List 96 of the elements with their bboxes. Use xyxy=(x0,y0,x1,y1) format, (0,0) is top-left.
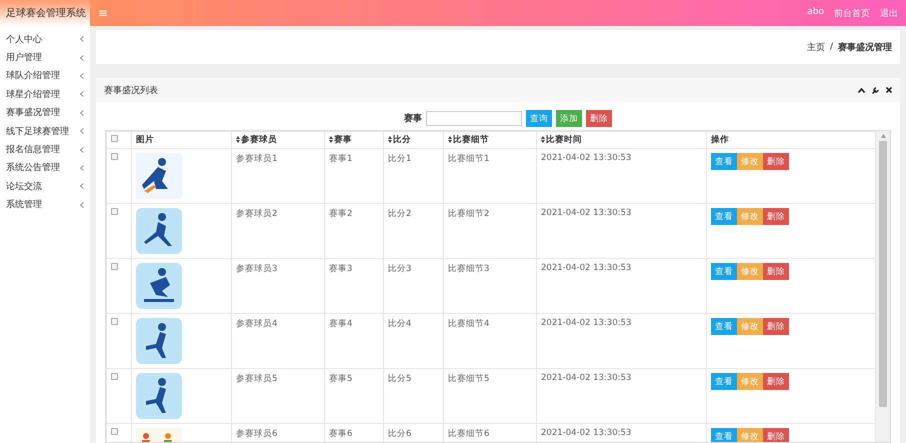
scrollbar[interactable] xyxy=(876,131,890,442)
checkbox[interactable] xyxy=(111,428,118,435)
table-cell: 比赛细节5 xyxy=(448,374,490,384)
chevron-icon xyxy=(80,36,84,42)
table-cell: 2021-04-02 13:30:53 xyxy=(541,373,632,383)
column-header: 操作 xyxy=(711,134,729,146)
sort-icon[interactable] xyxy=(329,136,333,144)
menu-icon[interactable]: ≡ xyxy=(98,6,108,20)
chevron-icon xyxy=(80,128,84,134)
row-action-button[interactable]: 删除 xyxy=(763,208,789,225)
row-action-button[interactable]: 查看 xyxy=(711,428,737,442)
chevron-icon xyxy=(80,202,84,208)
table-cell: 参赛球员4 xyxy=(236,319,278,329)
sidebar-item[interactable]: 系统管理 xyxy=(0,196,90,214)
table-cell: 比赛细节3 xyxy=(448,264,490,274)
sidebar-item[interactable]: 个人中心 xyxy=(0,30,90,48)
header-link[interactable]: 退出 xyxy=(880,6,898,20)
sidebar-item[interactable]: 球队介绍管理 xyxy=(0,66,90,86)
row-action-button[interactable]: 查看 xyxy=(711,208,737,225)
table-cell: 2021-04-02 13:30:53 xyxy=(541,318,632,328)
table-cell: 参赛球员6 xyxy=(236,429,278,439)
table-cell: 比赛细节1 xyxy=(448,154,490,164)
table-cell: 赛事4 xyxy=(329,319,352,329)
header-link[interactable]: 前台首页 xyxy=(834,6,870,20)
table-cell: 比分1 xyxy=(388,154,412,164)
breadcrumb-item[interactable]: 主页 xyxy=(806,40,825,54)
toolbar-button[interactable]: 添加 xyxy=(556,110,582,127)
checkbox[interactable] xyxy=(111,135,118,142)
row-action-button[interactable]: 查看 xyxy=(711,373,737,390)
row-action-button[interactable]: 查看 xyxy=(711,153,737,170)
sidebar-item[interactable]: 线下足球赛管理 xyxy=(0,122,90,140)
row-action-button[interactable]: 删除 xyxy=(763,373,789,390)
table-cell: 比分5 xyxy=(388,374,412,384)
table-cell: 比分3 xyxy=(388,264,412,274)
table-cell: 参赛球员5 xyxy=(236,374,278,384)
sort-icon[interactable] xyxy=(388,136,392,144)
sidebar-item[interactable]: 系统公告管理 xyxy=(0,158,90,178)
sort-icon[interactable] xyxy=(448,136,452,144)
column-header[interactable]: 比赛时间 xyxy=(546,134,582,146)
scroll-up-icon[interactable] xyxy=(880,134,886,138)
search-label: 赛事 xyxy=(404,112,422,125)
breadcrumb-item: 赛事盛况管理 xyxy=(838,41,892,54)
checkbox[interactable] xyxy=(111,263,118,270)
toolbar-button[interactable]: 删除 xyxy=(586,110,612,127)
checkbox[interactable] xyxy=(111,208,118,215)
breadcrumb-separator: / xyxy=(830,42,833,52)
table-cell: 参赛球员1 xyxy=(236,154,278,164)
table-cell: 赛事1 xyxy=(329,154,352,164)
row-action-button[interactable]: 删除 xyxy=(763,153,789,170)
table-cell: 参赛球员2 xyxy=(236,209,278,219)
chevron-icon xyxy=(80,183,84,190)
table-cell: 比分2 xyxy=(388,209,412,219)
row-action-button[interactable]: 查看 xyxy=(711,263,737,280)
chevron-icon xyxy=(80,91,84,98)
row-action-button[interactable]: 删除 xyxy=(763,263,789,280)
sidebar-item[interactable]: 用户管理 xyxy=(0,48,90,67)
table-cell: 赛事6 xyxy=(329,429,352,439)
row-action-button[interactable]: 删除 xyxy=(763,318,789,335)
table-cell: 2021-04-02 13:30:53 xyxy=(541,428,632,438)
sidebar-item[interactable]: 报名信息管理 xyxy=(0,140,90,159)
table-cell: 参赛球员3 xyxy=(236,264,278,274)
search-field[interactable] xyxy=(426,111,522,126)
table-cell: 赛事3 xyxy=(329,264,352,274)
app-title: 足球赛会管理系统 xyxy=(0,0,90,26)
checkbox[interactable] xyxy=(111,318,118,325)
table-cell: 2021-04-02 13:30:53 xyxy=(541,153,632,163)
row-action-button[interactable]: 查看 xyxy=(711,318,737,335)
checkbox[interactable] xyxy=(111,373,118,380)
table-cell: 2021-04-02 13:30:53 xyxy=(541,263,632,273)
chevron-icon xyxy=(80,164,84,171)
sort-icon[interactable] xyxy=(541,136,545,144)
chevron-icon xyxy=(80,72,84,79)
wrench-icon[interactable] xyxy=(872,86,879,94)
close-icon[interactable] xyxy=(886,87,892,93)
collapse-icon[interactable] xyxy=(858,88,865,92)
table-cell: 比赛细节4 xyxy=(448,319,490,329)
table-cell: 比赛细节6 xyxy=(448,429,490,439)
chevron-icon xyxy=(80,146,84,153)
sidebar-item[interactable]: 球星介绍管理 xyxy=(0,85,90,104)
table-cell: 比分6 xyxy=(388,429,412,439)
chevron-icon xyxy=(80,110,84,116)
table-cell: 比分4 xyxy=(388,319,412,329)
chevron-icon xyxy=(80,54,84,61)
sidebar-item[interactable]: 赛事盛况管理 xyxy=(0,104,90,122)
column-header: 图片 xyxy=(136,134,154,146)
table-cell: 赛事5 xyxy=(329,374,352,384)
checkbox[interactable] xyxy=(111,153,118,160)
table-cell: 赛事2 xyxy=(329,209,352,219)
toolbar-button[interactable]: 查询 xyxy=(526,110,552,127)
panel-title: 赛事盛况列表 xyxy=(104,84,158,96)
sort-icon[interactable] xyxy=(236,136,240,144)
sidebar-item[interactable]: 论坛交流 xyxy=(0,177,90,196)
header-link[interactable]: abo xyxy=(807,6,824,20)
row-action-button[interactable]: 删除 xyxy=(763,428,789,442)
table-cell: 比赛细节2 xyxy=(448,209,490,219)
table-cell: 2021-04-02 13:30:53 xyxy=(541,208,632,218)
